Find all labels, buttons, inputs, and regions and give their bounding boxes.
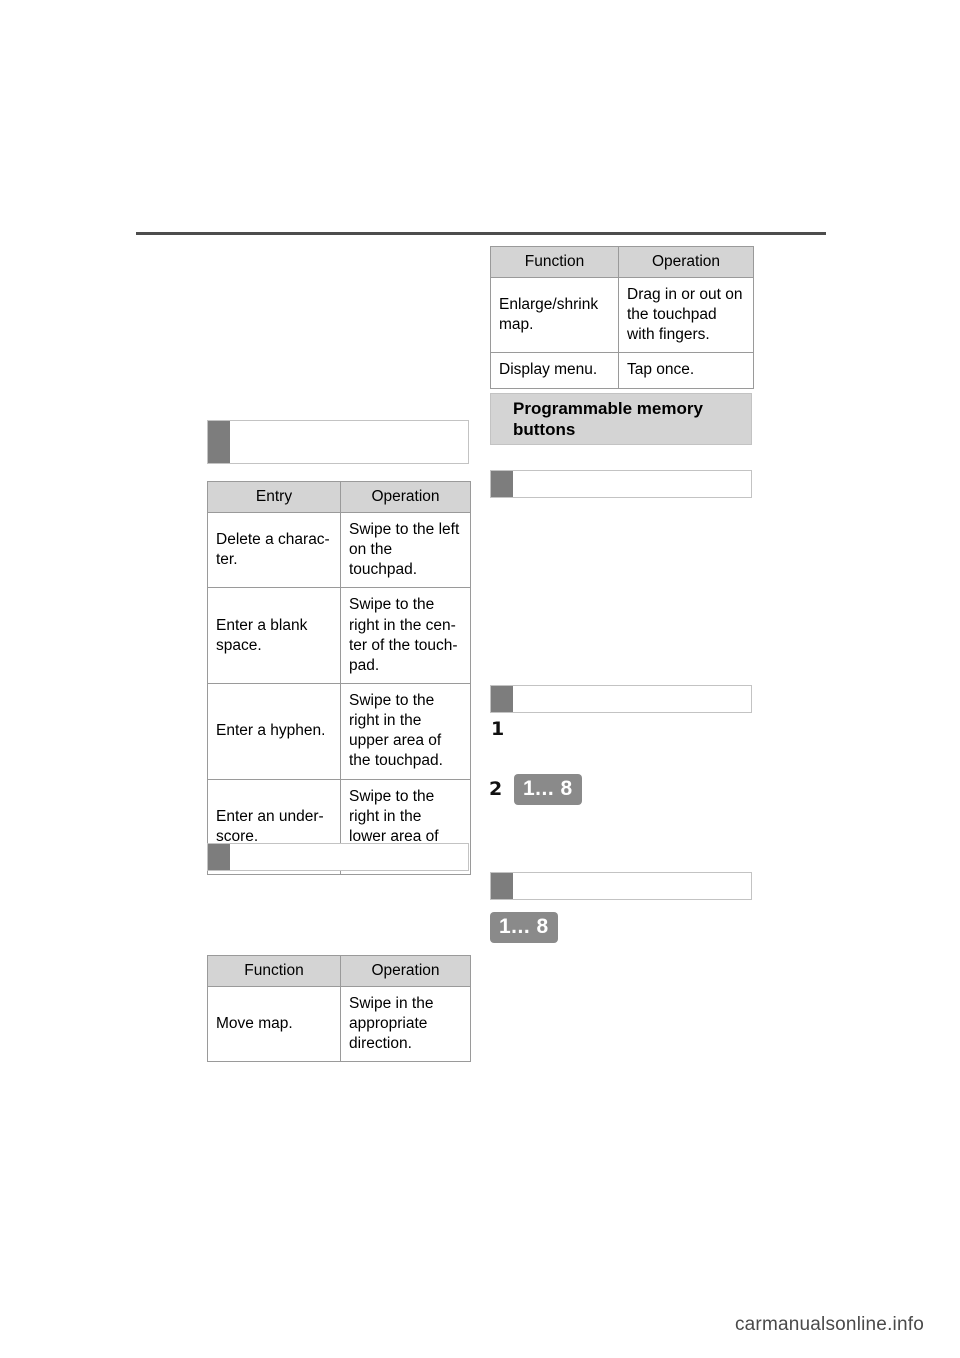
table-row: Enter a hyphen. Swipe to the right in th… [207,682,471,780]
entry-operation-table: Entry Operation Delete a charac-ter. Swi… [207,481,471,876]
right-section-header-1-text [513,471,751,483]
right-section-header-3-text [513,873,751,885]
section-header-body [513,686,751,712]
right-section-header-2 [490,685,752,713]
section-marker-square [491,686,513,712]
table-row: Delete a charac-ter. Swipe to the left o… [207,511,471,589]
function-column-header: Function [490,246,619,278]
memory-button-chip-step2: 1... 8 [514,774,582,806]
section-header-body [513,471,751,497]
operation-cell: Drag in or out on the touchpad with fing… [618,276,754,354]
footer-text: carmanualsonline.info [734,1314,924,1335]
programmable-memory-buttons-heading: Programmable memory buttons [490,393,752,445]
operation-cell: Swipe in the appropriate direction. [340,985,471,1063]
function-cell: Move map. [207,985,341,1063]
function-cell: Enlarge/shrink map. [490,276,619,354]
footer-watermark: carmanualsonline.info [735,1314,924,1336]
section-header-body [513,873,751,899]
operation-cell: Swipe to the left on the touchpad. [340,511,471,589]
table-row: Enter a blank space. Swipe to the right … [207,587,471,684]
section-header-body [230,421,468,463]
section-marker-square [491,471,513,497]
entry-column-header: Entry [207,481,341,513]
table-row: Enlarge/shrink map. Drag in or out on th… [490,276,754,354]
section-marker-square [491,394,513,444]
step-2-number: 2 [489,778,503,800]
section-marker-square [208,844,230,870]
entry-cell: Enter a hyphen. [207,682,341,780]
section-header-body [230,844,468,870]
section-marker-square [208,421,230,463]
document-page: Entry Operation Delete a charac-ter. Swi… [0,0,960,1358]
operation-column-header: Operation [618,246,754,278]
operation-column-header: Operation [340,481,471,513]
operation-cell: Swipe to the right in the upper area of … [340,682,471,780]
operation-cell center: Tap once. [618,352,754,389]
memory-button-chip-bottom: 1... 8 [490,912,558,944]
table-header-row: Function Operation [207,955,471,987]
function-cell: Display menu. [490,352,619,389]
table-row: Move map. Swipe in the appropriate direc… [207,985,471,1063]
right-section-header-1 [490,470,752,498]
right-function-operation-table: Function Operation Enlarge/shrink map. D… [490,246,754,389]
section-marker-square [491,873,513,899]
left-section-header-2 [207,843,469,871]
page-top-rule [136,232,826,235]
entry-cell: Enter a blank space. [207,587,341,684]
function-column-header: Function [207,955,341,987]
left-section-header-1-text [230,421,468,433]
entry-cell: Delete a charac-ter. [207,511,341,589]
operation-column-header: Operation [340,955,471,987]
left-function-operation-table: Function Operation Move map. Swipe in th… [207,955,471,1063]
table-header-row: Entry Operation [207,481,471,513]
table-row: Display menu. Tap once. [490,352,754,389]
programmable-memory-buttons-title: Programmable memory buttons [513,398,703,439]
right-section-header-3 [490,872,752,900]
left-section-header-1 [207,420,469,464]
right-section-header-2-text [513,686,751,698]
operation-cell: Swipe to the right in the cen-ter of the… [340,587,471,684]
table-header-row: Function Operation [490,246,754,278]
step-1-number: 1 [491,718,505,740]
left-section-header-2-text [230,844,468,856]
section-header-body: Programmable memory buttons [513,394,751,444]
